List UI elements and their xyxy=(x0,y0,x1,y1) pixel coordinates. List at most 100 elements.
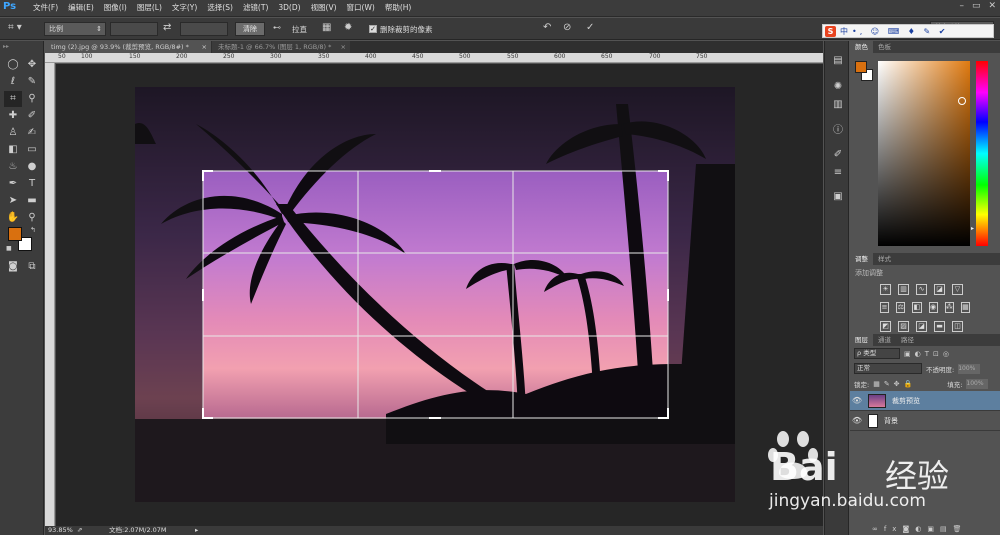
layer-actions[interactable]: ∞fx◙◐▣▤🗑 xyxy=(872,525,1000,535)
brightness-icon[interactable]: ☀ xyxy=(880,284,891,295)
gradient-tool-icon[interactable]: ▭ xyxy=(23,142,41,158)
clear-button[interactable]: 清除 xyxy=(235,22,265,36)
eye-icon[interactable]: 👁 xyxy=(850,416,864,425)
marquee-tool-icon[interactable]: ◯ xyxy=(4,57,22,73)
delete-cropped-checkbox[interactable]: ✓ xyxy=(369,25,377,33)
eraser-tool-icon[interactable]: ◧ xyxy=(4,142,22,158)
layer-kind-select[interactable]: ρ 类型 xyxy=(854,348,900,359)
quick-mask-icon[interactable]: ◙ xyxy=(4,259,22,275)
black-white-icon[interactable]: ◧ xyxy=(912,302,922,313)
info-panel-icon[interactable]: ⓘ xyxy=(828,123,848,139)
canvas-area[interactable] xyxy=(56,64,823,526)
brush-tool-icon[interactable]: ✐ xyxy=(23,108,41,124)
vibrance-icon[interactable]: ▽ xyxy=(952,284,963,295)
photo-filter-icon[interactable]: ◉ xyxy=(928,302,938,313)
swap-icon[interactable]: ⇄ xyxy=(163,22,171,34)
crop-tool-icon[interactable]: ⌗ xyxy=(4,91,22,107)
channel-mixer-icon[interactable]: ⁂ xyxy=(944,302,954,313)
menu-image[interactable]: 图像(I) xyxy=(99,2,132,16)
menu-3d[interactable]: 3D(D) xyxy=(273,2,305,16)
menu-window[interactable]: 窗口(W) xyxy=(342,2,380,16)
menu-help[interactable]: 帮助(H) xyxy=(380,2,417,16)
hue-saturation-icon[interactable]: ≡ xyxy=(880,302,890,313)
quick-select-tool-icon[interactable]: ✎ xyxy=(23,74,41,90)
tab-untitled[interactable]: 未标题-1 @ 66.7% (图层 1, RGB/8) * × xyxy=(212,41,350,53)
blur-tool-icon[interactable]: ♨ xyxy=(4,159,22,175)
curves-icon[interactable]: ∿ xyxy=(916,284,927,295)
cancel-icon[interactable]: ⊘ xyxy=(563,22,571,34)
dodge-tool-icon[interactable]: ● xyxy=(23,159,41,175)
lasso-tool-icon[interactable]: ℓ xyxy=(4,74,22,90)
tab-styles[interactable]: 样式 xyxy=(873,253,896,265)
ime-icons[interactable]: •, ☺ ⌨ ♦ ✎ ✔ xyxy=(852,27,948,36)
pen-tool-icon[interactable]: ✒ xyxy=(4,176,22,192)
history-panel-icon[interactable]: ▤ xyxy=(828,53,848,69)
path-select-tool-icon[interactable]: ➤ xyxy=(4,193,22,209)
menu-view[interactable]: 视图(V) xyxy=(306,2,342,16)
ratio-height-input[interactable] xyxy=(180,22,228,36)
exposure-icon[interactable]: ◪ xyxy=(934,284,945,295)
menu-type[interactable]: 文字(Y) xyxy=(167,2,202,16)
tab-color[interactable]: 颜色 xyxy=(850,41,873,53)
maximize-button[interactable]: ▭ xyxy=(972,1,981,11)
crop-tool-preset-icon[interactable]: ⌗ ▾ xyxy=(8,22,22,34)
straighten-label[interactable]: 拉直 xyxy=(292,24,307,35)
invert-icon[interactable]: ◩ xyxy=(880,321,891,332)
grid-overlay-icon[interactable]: ▦ xyxy=(322,22,331,34)
tab-swatches[interactable]: 色板 xyxy=(873,41,896,53)
ratio-select[interactable]: 比例 ⇕ xyxy=(44,22,106,36)
fill-input[interactable]: 100% xyxy=(966,378,989,389)
commit-icon[interactable]: ✓ xyxy=(586,22,594,34)
healing-tool-icon[interactable]: ✚ xyxy=(4,108,22,124)
zoom-level[interactable]: 93.85% xyxy=(48,526,73,535)
menu-filter[interactable]: 滤镜(T) xyxy=(238,2,273,16)
panel-foreground-swatch[interactable] xyxy=(855,61,867,73)
adjustments-icon[interactable]: ✺ xyxy=(828,79,848,95)
tab-layers[interactable]: 图层 xyxy=(850,334,873,346)
reset-icon[interactable]: ↶ xyxy=(543,22,551,34)
menu-edit[interactable]: 编辑(E) xyxy=(63,2,99,16)
color-picker-field[interactable] xyxy=(878,61,970,246)
tab-timg[interactable]: timg (2).jpg @ 93.9% (裁剪预览, RGB/8#) * × xyxy=(45,41,211,53)
menu-file[interactable]: 文件(F) xyxy=(28,2,63,16)
swap-colors-icon[interactable]: ↰ xyxy=(30,226,36,234)
type-tool-icon[interactable]: T xyxy=(23,176,41,192)
color-lookup-icon[interactable]: ▦ xyxy=(960,302,971,313)
hue-slider-handle[interactable]: ▸ xyxy=(971,225,974,232)
blend-mode-select[interactable]: 正常 xyxy=(854,363,922,374)
hand-tool-icon[interactable]: ✋ xyxy=(4,210,22,226)
properties-icon[interactable]: ≡ xyxy=(828,165,848,181)
histogram-icon[interactable]: ▥ xyxy=(828,97,848,113)
foreground-color-swatch[interactable] xyxy=(8,227,22,241)
zoom-tool-icon[interactable]: ⚲ xyxy=(23,210,41,226)
shape-tool-icon[interactable]: ▬ xyxy=(23,193,41,209)
levels-icon[interactable]: ▥ xyxy=(898,284,909,295)
move-tool-icon[interactable]: ✥ xyxy=(23,57,41,73)
close-tab-icon[interactable]: × xyxy=(341,41,346,53)
gear-icon[interactable]: ✹ xyxy=(344,22,352,34)
brush-panel-icon[interactable]: ✐ xyxy=(828,147,848,163)
default-colors-icon[interactable]: ■ xyxy=(6,245,12,252)
canvas-image[interactable] xyxy=(56,64,823,526)
ime-toolbar[interactable]: S 中 •, ☺ ⌨ ♦ ✎ ✔ xyxy=(822,24,994,38)
tab-paths[interactable]: 路径 xyxy=(896,334,919,346)
layer-row-crop-preview[interactable]: 👁 裁剪预览 xyxy=(850,391,1000,411)
selective-color-icon[interactable]: ◫ xyxy=(952,321,963,332)
styles-panel-icon[interactable]: ▣ xyxy=(828,189,848,205)
ime-mode[interactable]: 中 xyxy=(840,26,848,37)
close-window-button[interactable]: ✕ xyxy=(988,1,996,11)
threshold-icon[interactable]: ◪ xyxy=(916,321,927,332)
eyedropper-tool-icon[interactable]: ⚲ xyxy=(23,91,41,107)
export-icon[interactable]: ⇗ xyxy=(77,526,82,535)
opacity-input[interactable]: 100% xyxy=(958,363,981,374)
straighten-icon[interactable]: ⊷ xyxy=(273,22,281,34)
close-tab-icon[interactable]: × xyxy=(202,41,207,53)
color-balance-icon[interactable]: ⚖ xyxy=(896,302,906,313)
status-menu-icon[interactable]: ▸ xyxy=(195,526,198,535)
ratio-width-input[interactable] xyxy=(110,22,158,36)
stamp-tool-icon[interactable]: ♙ xyxy=(4,125,22,141)
menu-layer[interactable]: 图层(L) xyxy=(132,2,167,16)
menu-select[interactable]: 选择(S) xyxy=(202,2,238,16)
eye-icon[interactable]: 👁 xyxy=(850,396,864,405)
screen-mode-icon[interactable]: ⧉ xyxy=(23,259,41,275)
